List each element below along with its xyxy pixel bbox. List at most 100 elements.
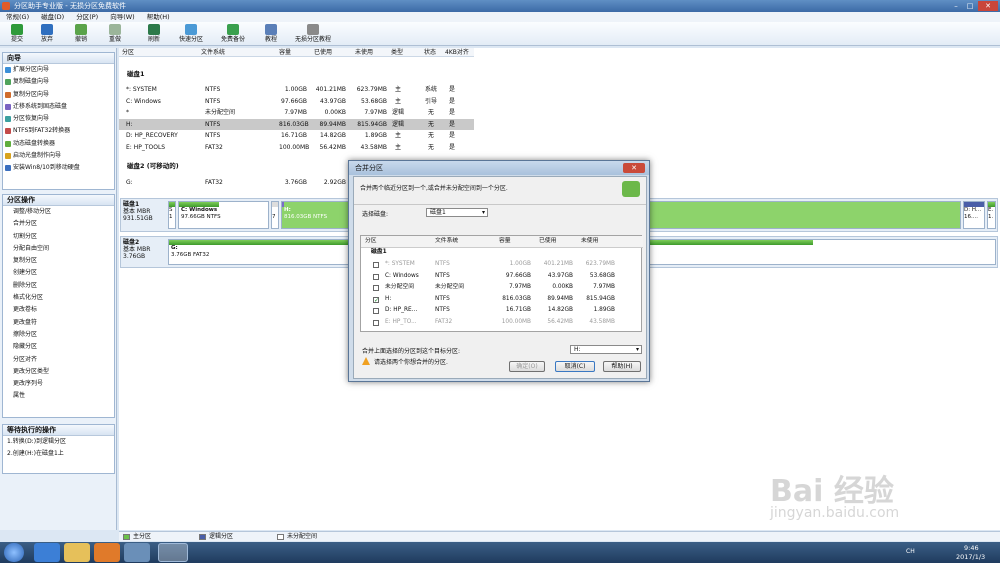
maximize-button[interactable]: □ [964, 1, 976, 11]
ie-icon[interactable] [34, 543, 60, 562]
partition-op-item[interactable]: 切割分区 [3, 231, 114, 243]
partition-op-item[interactable]: 擦除分区 [3, 329, 114, 341]
dialog-group-label: 磁盘1 [371, 249, 387, 255]
partition-checkbox[interactable] [373, 308, 379, 314]
wizard-item[interactable]: 分区恢复向导 [3, 113, 114, 125]
disk-select[interactable]: 磁盘1 ▾ [426, 208, 488, 217]
wizard-item[interactable]: NTFS到FAT32转换器 [3, 125, 114, 137]
wizard-item[interactable]: 复制磁盘向导 [3, 76, 114, 88]
refresh-button[interactable]: 刷新 [142, 24, 166, 43]
col-used[interactable]: 已使用 [314, 48, 332, 57]
partition-row[interactable]: E: HP_TOOLS FAT32 100.00MB 56.42MB 43.58MB 主 无… [119, 142, 474, 153]
partition-op-item[interactable]: 隐藏分区 [3, 341, 114, 353]
legend-bar: 主分区 逻辑分区 未分配空间 [119, 531, 1000, 541]
dialog-partition-row[interactable]: ✓ H: NTFS 816.03GB 89.94MB 815.94GB [361, 294, 643, 306]
close-button[interactable]: ✕ [978, 1, 998, 11]
media-player-icon[interactable] [94, 543, 120, 562]
partition-block-e[interactable]: E. 1. [987, 201, 996, 229]
partition-block-unallocated[interactable]: 7 [271, 201, 279, 229]
disk2-name: 磁盘2 [123, 239, 140, 246]
dialog-partition-row[interactable]: D: HP_RE... NTFS 16.71GB 14.82GB 1.89GB [361, 305, 643, 317]
partition-row[interactable]: C: Windows NTFS 97.66GB 43.97GB 53.68GB 主 引导 是 [119, 96, 474, 107]
wizard-item[interactable]: 动态磁盘转换器 [3, 138, 114, 150]
partition-checkbox[interactable] [373, 285, 379, 291]
window-title-bar: 分区助手专业版 - 无损分区免费软件 – □ ✕ [0, 0, 1000, 12]
wizard-item[interactable]: 扩展分区向导 [3, 64, 114, 76]
wizard-item[interactable]: 启动光盘制作向导 [3, 150, 114, 162]
backup-button[interactable]: 免费备份 [218, 24, 248, 43]
menu-general[interactable]: 常规(G) [0, 12, 35, 22]
partition-op-item[interactable]: 分配自由空间 [3, 243, 114, 255]
partition-op-item[interactable]: 更改卷标 [3, 304, 114, 316]
partition-row[interactable]: *: SYSTEM NTFS 1.00GB 401.21MB 623.79MB 主 系统 是 [119, 84, 474, 95]
start-button[interactable] [4, 543, 24, 562]
wizard-item[interactable]: 复制分区向导 [3, 89, 114, 101]
col-capacity[interactable]: 容量 [279, 48, 291, 57]
dialog-partition-row[interactable]: E: HP_TO... FAT32 100.00MB 56.42MB 43.58MB [361, 317, 643, 329]
partition-row[interactable]: H: NTFS 816.03GB 89.94MB 815.94GB 逻辑 无 是 [119, 118, 474, 130]
menu-help[interactable]: 帮助(H) [141, 12, 176, 22]
disk1-map-label: 磁盘1 基本 MBR 931.51GB [123, 201, 153, 222]
browser-icon[interactable] [124, 543, 150, 562]
partition-checkbox[interactable] [373, 273, 379, 280]
col-fs[interactable]: 文件系统 [201, 48, 225, 57]
disk-select-label: 选择磁盘: [362, 211, 389, 218]
dialog-close-button[interactable]: ✕ [623, 163, 645, 173]
clock-date[interactable]: 2017/1/3 [956, 553, 985, 561]
menu-wizard[interactable]: 向导(W) [104, 12, 141, 22]
undo-button[interactable]: 撤销 [70, 24, 92, 43]
ok-button[interactable]: 确定(O) [509, 361, 545, 372]
wizard-item[interactable]: 迁移系统到固态磁盘 [3, 101, 114, 113]
quick-partition-button[interactable]: 快速分区 [176, 24, 206, 43]
col-4kb[interactable]: 4KB对齐 [445, 48, 469, 57]
dialog-partition-row[interactable]: C: Windows NTFS 97.66GB 43.97GB 53.68GB [361, 271, 643, 283]
partition-checkbox[interactable]: ✓ [373, 296, 379, 303]
legend-unallocated: 未分配空间 [277, 532, 317, 542]
target-select[interactable]: H: ▾ [570, 345, 642, 354]
col-partition[interactable]: 分区 [122, 48, 134, 57]
cancel-button[interactable]: 取消(C) [555, 361, 595, 372]
partition-op-item[interactable]: 更改分区类型 [3, 366, 114, 378]
partition-op-item[interactable]: 属性 [3, 390, 114, 402]
partition-op-item[interactable]: 删除分区 [3, 280, 114, 292]
tutorial-button[interactable]: 教程 [260, 24, 282, 43]
clock-time[interactable]: 9:46 [964, 544, 979, 552]
partition-op-item[interactable]: 分区对齐 [3, 354, 114, 366]
partition-checkbox[interactable] [373, 262, 379, 268]
dialog-partition-row[interactable]: 未分配空间 未分配空间 7.97MB 0.00KB 7.97MB [361, 282, 643, 294]
lossless-tutorial-button[interactable]: 无损分区教程 [292, 24, 334, 43]
partition-op-item[interactable]: 更改序列号 [3, 378, 114, 390]
disk2-group-label: 磁盘2 (可移动的) [127, 162, 179, 170]
partition-op-item[interactable]: 创建分区 [3, 267, 114, 279]
col-status[interactable]: 状态 [424, 48, 436, 57]
partition-op-item[interactable]: 复制分区 [3, 255, 114, 267]
dialog-cell: 1.89GB [593, 307, 615, 313]
partition-cell: 主 [394, 97, 401, 105]
partition-cell: E: HP_TOOLS [126, 144, 166, 151]
partition-assistant-task[interactable] [158, 543, 188, 562]
menu-partition[interactable]: 分区(P) [70, 12, 104, 22]
partition-block-c[interactable]: C: Windows 97.66GB NTFS [178, 201, 269, 229]
partition-checkbox[interactable] [373, 319, 379, 326]
dialog-partition-row[interactable]: *: SYSTEM NTFS 1.00GB 401.21MB 623.79MB [361, 259, 643, 271]
col-type[interactable]: 类型 [391, 48, 403, 57]
partition-block-system[interactable]: S1 [168, 201, 176, 229]
commit-button[interactable]: 提交 [6, 24, 28, 43]
explorer-icon[interactable] [64, 543, 90, 562]
wizard-item[interactable]: 安装Win8/10到移动硬盘 [3, 162, 114, 174]
partition-block-d[interactable]: D: H... 16.... [963, 201, 985, 229]
language-indicator[interactable]: CH [906, 548, 915, 555]
col-free[interactable]: 未使用 [355, 48, 373, 57]
partition-op-item[interactable]: 更改盘符 [3, 317, 114, 329]
help-button[interactable]: 帮助(H) [603, 361, 641, 372]
partition-row[interactable]: D: HP_RECOVERY NTFS 16.71GB 14.82GB 1.89GB 主 无… [119, 130, 474, 141]
partition-row[interactable]: * 未分配空间 7.97MB 0.00KB 7.97MB 逻辑 无 是 [119, 107, 474, 118]
partition-cell: 无 [427, 109, 434, 117]
redo-button[interactable]: 重做 [104, 24, 126, 43]
menu-disk[interactable]: 磁盘(D) [35, 12, 70, 22]
discard-button[interactable]: 放弃 [36, 24, 58, 43]
minimize-button[interactable]: – [950, 1, 962, 11]
partition-op-item[interactable]: 调整/移动分区 [3, 206, 114, 218]
partition-op-item[interactable]: 合并分区 [3, 218, 114, 230]
partition-op-item[interactable]: 格式化分区 [3, 292, 114, 304]
